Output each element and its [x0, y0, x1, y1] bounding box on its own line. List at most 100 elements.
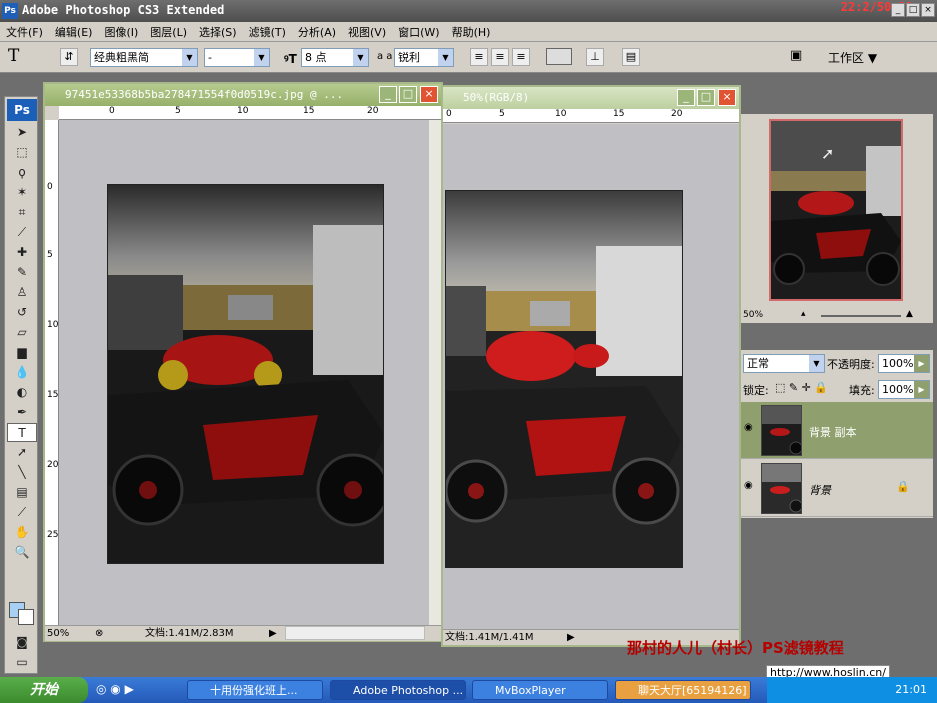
quicklaunch-icons[interactable]: ◎ ◉ ▶ [96, 682, 134, 696]
document-2-canvas[interactable] [443, 124, 739, 629]
tray-clock[interactable]: 21:01 [895, 683, 927, 696]
menu-view[interactable]: 视图(V) [342, 24, 392, 40]
document-1-close-button[interactable]: × [420, 86, 438, 103]
document-1-zoom[interactable]: 50% [47, 626, 69, 641]
menu-analysis[interactable]: 分析(A) [292, 24, 342, 40]
system-tray: 21:01 [767, 677, 937, 703]
background-color-swatch[interactable] [18, 609, 34, 625]
gradient-tool-icon[interactable]: ▆ [7, 343, 37, 362]
brush-tool-icon[interactable]: ✎ [7, 263, 37, 282]
marquee-tool-icon[interactable]: ⬚ [7, 143, 37, 162]
path-selection-icon[interactable]: ➚ [7, 443, 37, 462]
navigator-thumbnail[interactable] [769, 119, 903, 301]
warp-text-icon[interactable]: ⊥ [586, 48, 604, 66]
align-right-icon[interactable]: ≡ [512, 48, 530, 66]
layer-row-background-copy[interactable]: ◉ 背景 副本 [741, 402, 933, 459]
magic-wand-icon[interactable]: ✶ [7, 183, 37, 202]
menu-select[interactable]: 选择(S) [193, 24, 243, 40]
lasso-tool-icon[interactable]: ϙ [7, 163, 37, 182]
menu-help[interactable]: 帮助(H) [446, 24, 497, 40]
pen-tool-icon[interactable]: ✒ [7, 403, 37, 422]
document-2-close-button[interactable]: × [718, 89, 736, 106]
text-color-swatch[interactable] [546, 48, 572, 65]
fill-input[interactable]: 100% ▶ [878, 380, 930, 399]
navigator-zoom-bar: 50% ▴ ▲ [741, 309, 933, 323]
ruler-tick: 20 [367, 106, 379, 116]
slice-tool-icon[interactable]: ⟋ [7, 223, 37, 242]
start-button[interactable]: 开始 [0, 677, 88, 703]
palettes-icon[interactable]: ▤ [622, 48, 640, 66]
layer-row-background[interactable]: ◉ 背景 🔒 [741, 460, 933, 517]
navigator-zoom-value[interactable]: 50% [743, 310, 763, 320]
type-tool-icon[interactable]: T [8, 46, 19, 66]
dodge-tool-icon[interactable]: ◐ [7, 383, 37, 402]
font-family-dropdown[interactable]: 经典粗黑简 ▼ [90, 48, 198, 67]
screen-mode-icon[interactable]: ▭ [7, 653, 37, 672]
status-arrow-icon[interactable]: ▶ [567, 630, 575, 645]
navigator-zoom-slider[interactable] [821, 315, 901, 317]
document-2-minimize-button[interactable]: _ [677, 89, 695, 106]
eyedropper-icon[interactable]: ⟋ [7, 503, 37, 522]
healing-brush-icon[interactable]: ✚ [7, 243, 37, 262]
eraser-tool-icon[interactable]: ▱ [7, 323, 37, 342]
menu-layer[interactable]: 图层(L) [144, 24, 193, 40]
menu-image[interactable]: 图像(I) [98, 24, 144, 40]
close-button[interactable]: × [921, 3, 935, 17]
layer-name: 背景 [809, 484, 831, 497]
document-1-horizontal-scrollbar[interactable] [285, 626, 425, 640]
opacity-input[interactable]: 100% ▶ [878, 354, 930, 373]
photoshop-logo-icon: Ps [7, 99, 37, 121]
menu-edit[interactable]: 编辑(E) [49, 24, 99, 40]
lock-label: 锁定: [743, 384, 769, 397]
task-item-mvbox[interactable]: MvBoxPlayer [472, 680, 608, 700]
crop-tool-icon[interactable]: ⌗ [7, 203, 37, 222]
lock-icons[interactable]: ⬚ ✎ ✛ 🔒 [775, 381, 828, 394]
document-1-minimize-button[interactable]: _ [379, 86, 397, 103]
document-2-maximize-button[interactable]: □ [697, 89, 715, 106]
start-label: 开始 [30, 682, 58, 698]
photoshop-icon: Ps [2, 3, 18, 19]
layer-thumbnail [761, 463, 802, 514]
bridge-icon[interactable]: ▣ [790, 48, 812, 67]
type-tool-icon[interactable]: T [7, 423, 37, 442]
hand-tool-icon[interactable]: ✋ [7, 523, 37, 542]
align-center-icon[interactable]: ≡ [491, 48, 509, 66]
task-item[interactable]: 十用份强化班上... [187, 680, 323, 700]
history-brush-icon[interactable]: ↺ [7, 303, 37, 322]
ruler-tick: 5 [499, 109, 505, 119]
menu-filter[interactable]: 滤镜(T) [243, 24, 292, 40]
anti-alias-dropdown[interactable]: 锐利 ▼ [394, 48, 454, 67]
blend-mode-dropdown[interactable]: 正常 ▼ [743, 354, 825, 373]
quick-mask-icon[interactable]: ◙ [7, 633, 37, 652]
clone-stamp-icon[interactable]: ♙ [7, 283, 37, 302]
workspace-button[interactable]: 工作区 ▼ [828, 49, 877, 68]
zoom-out-icon[interactable]: ▴ [801, 309, 806, 319]
move-tool-icon[interactable]: ➤ [7, 123, 37, 142]
task-item-chat[interactable]: 聊天大厅[65194126] [615, 680, 751, 700]
document-1-photo [107, 184, 384, 564]
menu-window[interactable]: 窗口(W) [392, 24, 445, 40]
menu-file[interactable]: 文件(F) [0, 24, 49, 40]
notes-tool-icon[interactable]: ▤ [7, 483, 37, 502]
visibility-eye-icon[interactable]: ◉ [744, 422, 756, 434]
task-label: Adobe Photoshop ... [353, 684, 464, 697]
document-1-maximize-button[interactable]: □ [399, 86, 417, 103]
align-left-icon[interactable]: ≡ [470, 48, 488, 66]
text-orientation-icon[interactable]: ⇵ [60, 48, 78, 66]
maximize-button[interactable]: □ [906, 3, 920, 17]
line-tool-icon[interactable]: ╲ [7, 463, 37, 482]
blur-tool-icon[interactable]: 💧 [7, 363, 37, 382]
document-1-vertical-scrollbar[interactable] [429, 120, 441, 625]
visibility-eye-icon[interactable]: ◉ [744, 480, 756, 492]
opacity-value: 100% [882, 357, 914, 370]
ruler-tick: 0 [446, 109, 452, 119]
status-arrow-icon[interactable]: ▶ [269, 626, 277, 641]
document-1-canvas[interactable] [59, 120, 429, 625]
minimize-button[interactable]: _ [891, 3, 905, 17]
task-item-photoshop[interactable]: Adobe Photoshop ... [330, 680, 466, 700]
font-size-dropdown[interactable]: 8 点 ▼ [301, 48, 369, 67]
status-info-icon[interactable]: ⊗ [95, 626, 103, 641]
font-style-dropdown[interactable]: - ▼ [204, 48, 270, 67]
zoom-tool-icon[interactable]: 🔍 [7, 543, 37, 562]
zoom-in-icon[interactable]: ▲ [906, 309, 913, 319]
